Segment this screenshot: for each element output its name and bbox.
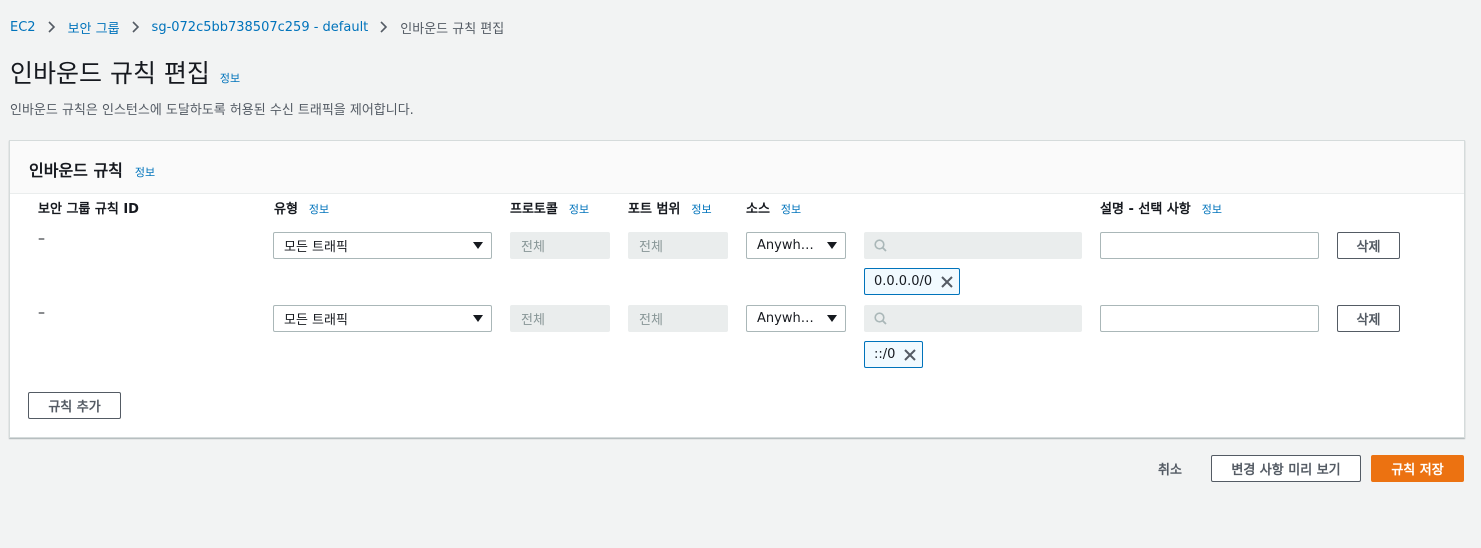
- page-title: 인바운드 규칙 편집 정보: [10, 54, 240, 90]
- page-description: 인바운드 규칙은 인스턴스에 도달하도록 허용된 수신 트래픽을 제어합니다.: [10, 103, 414, 118]
- column-label-protocol: 프로토콜: [510, 202, 558, 217]
- description-input[interactable]: [1100, 232, 1319, 259]
- source-token-label: ::/0: [874, 347, 896, 362]
- type-select-value: 모든 트래픽: [284, 240, 348, 255]
- close-icon[interactable]: [940, 275, 954, 289]
- type-select[interactable]: 모든 트래픽: [273, 305, 492, 332]
- source-token-label: 0.0.0.0/0: [874, 274, 933, 289]
- column-label-source: 소스: [746, 202, 770, 217]
- protocol-field: 전체: [510, 232, 610, 259]
- description-input-field[interactable]: [1101, 233, 1318, 258]
- preview-changes-button[interactable]: 변경 사항 미리 보기: [1211, 455, 1361, 482]
- type-select[interactable]: 모든 트래픽: [273, 232, 492, 259]
- source-select-value: Anywher...: [757, 238, 821, 253]
- chevron-right-icon: [373, 17, 395, 37]
- source-select[interactable]: Anywher...: [746, 232, 846, 259]
- delete-button[interactable]: 삭제: [1337, 305, 1400, 332]
- search-icon: [874, 312, 887, 325]
- panel-title: 인바운드 규칙 정보: [29, 157, 155, 181]
- column-label-description: 설명 - 선택 사항: [1100, 202, 1191, 217]
- delete-button[interactable]: 삭제: [1337, 232, 1400, 259]
- rule-id-value: –: [38, 231, 45, 247]
- port-range-field: 전체: [628, 232, 728, 259]
- source-search[interactable]: [864, 232, 1082, 259]
- description-input[interactable]: [1100, 305, 1319, 332]
- page-title-text: 인바운드 규칙 편집: [10, 59, 210, 88]
- breadcrumb-current: 인바운드 규칙 편집: [400, 21, 505, 37]
- panel-info-link[interactable]: 정보: [135, 164, 155, 180]
- column-header-description: 설명 - 선택 사항 정보: [1100, 198, 1222, 217]
- chevron-right-icon: [41, 17, 63, 37]
- port-range-info-link[interactable]: 정보: [691, 201, 711, 217]
- chevron-right-icon: [125, 17, 147, 37]
- source-search-input[interactable]: [893, 310, 1073, 327]
- breadcrumb-security-groups[interactable]: 보안 그룹: [68, 18, 120, 37]
- source-select[interactable]: Anywher...: [746, 305, 846, 332]
- caret-down-icon: [473, 315, 483, 322]
- source-select-value: Anywher...: [757, 311, 821, 326]
- type-select-value: 모든 트래픽: [284, 313, 348, 328]
- column-header-source: 소스 정보: [746, 198, 801, 217]
- column-header-rule-id: 보안 그룹 규칙 ID: [38, 198, 139, 217]
- close-icon[interactable]: [903, 348, 917, 362]
- column-header-port-range: 포트 범위 정보: [628, 198, 712, 217]
- add-rule-button[interactable]: 규칙 추가: [28, 392, 121, 419]
- type-info-link[interactable]: 정보: [309, 201, 329, 217]
- column-header-type: 유형 정보: [274, 198, 329, 217]
- breadcrumb: EC2 보안 그룹 sg-072c5bb738507c259 - default…: [10, 17, 504, 37]
- port-range-field: 전체: [628, 305, 728, 332]
- save-rules-button[interactable]: 규칙 저장: [1371, 455, 1464, 482]
- column-header-protocol: 프로토콜 정보: [510, 198, 589, 217]
- page-info-link[interactable]: 정보: [220, 70, 240, 86]
- panel-title-text: 인바운드 규칙: [29, 161, 123, 180]
- source-token: ::/0: [864, 341, 924, 368]
- panel-header: 인바운드 규칙 정보: [10, 141, 1464, 194]
- column-label-type: 유형: [274, 202, 298, 217]
- description-input-field[interactable]: [1101, 306, 1318, 331]
- protocol-info-link[interactable]: 정보: [569, 201, 589, 217]
- caret-down-icon: [827, 315, 837, 322]
- cancel-button[interactable]: 취소: [1158, 459, 1182, 478]
- breadcrumb-security-group[interactable]: sg-072c5bb738507c259 - default: [152, 20, 369, 35]
- source-info-link[interactable]: 정보: [781, 201, 801, 217]
- caret-down-icon: [473, 242, 483, 249]
- caret-down-icon: [827, 242, 837, 249]
- source-search[interactable]: [864, 305, 1082, 332]
- source-token: 0.0.0.0/0: [864, 268, 961, 295]
- breadcrumb-ec2[interactable]: EC2: [10, 20, 36, 35]
- protocol-field: 전체: [510, 305, 610, 332]
- inbound-rules-panel: 인바운드 규칙 정보 보안 그룹 규칙 ID 유형 정보 프로토콜 정보 포트 …: [9, 140, 1465, 438]
- description-info-link[interactable]: 정보: [1202, 201, 1222, 217]
- column-label-port-range: 포트 범위: [628, 202, 681, 217]
- column-label-rule-id: 보안 그룹 규칙 ID: [38, 202, 139, 217]
- source-search-input[interactable]: [893, 237, 1073, 254]
- rule-id-value: –: [38, 305, 45, 321]
- search-icon: [874, 239, 887, 252]
